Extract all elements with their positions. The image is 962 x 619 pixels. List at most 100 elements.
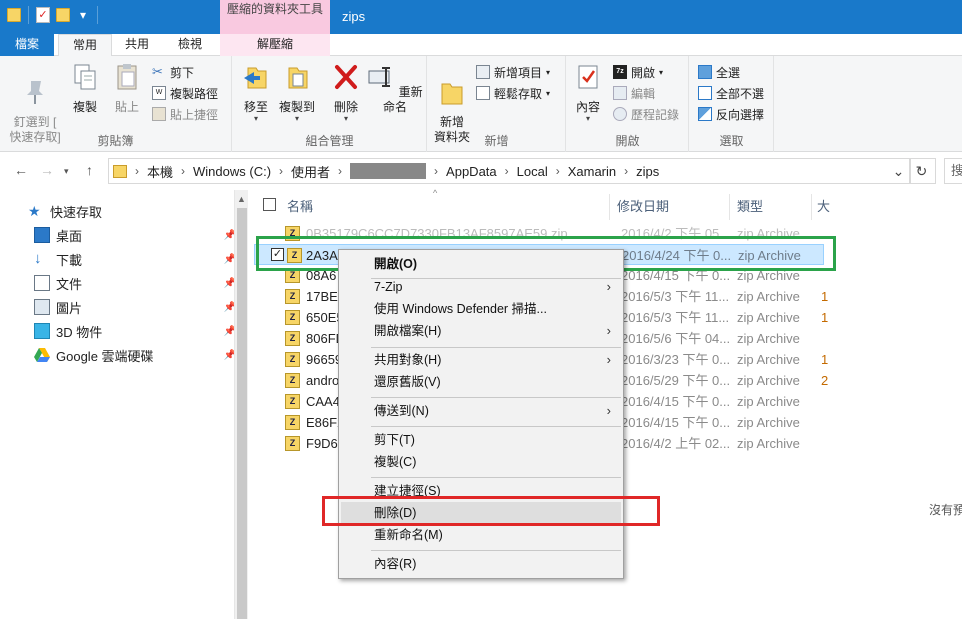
new-group-label: 新增 [484, 134, 509, 148]
sidebar-item-google-drive[interactable]: Google 雲端硬碟 📌 [34, 344, 238, 366]
move-to-button[interactable]: 移至 ▾ [239, 62, 273, 123]
sidebar-item-quick-access[interactable]: ★ 快速存取 [28, 200, 232, 222]
easy-access-button[interactable]: 輕鬆存取 ▾ [476, 83, 550, 103]
column-header-name[interactable]: 名稱 [287, 194, 313, 220]
select-all-label: 全選 [716, 65, 741, 80]
tab-file[interactable]: 檔案 [0, 34, 54, 56]
sort-ascending-icon: ^ [433, 188, 438, 198]
up-arrow-icon[interactable]: ↑ [86, 162, 93, 178]
sidebar-item-pictures[interactable]: 圖片 📌 [34, 296, 238, 318]
paste-shortcut-button[interactable]: 貼上捷徑 [152, 104, 218, 124]
breadcrumb-users[interactable]: 使用者 [291, 162, 330, 181]
menu-item-share-with[interactable]: 共用對象(H) › [341, 349, 621, 371]
chevron-right-icon: › [606, 323, 611, 338]
menu-separator [371, 426, 621, 427]
menu-item-defender-scan[interactable]: 使用 Windows Defender 掃描... [341, 298, 621, 320]
select-none-icon [698, 86, 712, 100]
file-size: 2 [821, 373, 829, 388]
file-type: zip Archive [737, 394, 800, 409]
menu-item-cut[interactable]: 剪下(T) [341, 429, 621, 451]
menu-item-restore-previous[interactable]: 還原舊版(V) [341, 371, 621, 393]
history-button[interactable]: 歷程記錄 [613, 104, 679, 124]
cube-icon [34, 323, 50, 339]
recent-chevron-down-icon[interactable]: ▾ [64, 166, 69, 177]
new-folder-icon[interactable] [55, 6, 71, 24]
copy-button[interactable]: 複製 [68, 62, 102, 115]
sidebar-item-3d-objects[interactable]: 3D 物件 📌 [34, 320, 238, 342]
file-type: zip Archive [737, 415, 800, 430]
invert-selection-label: 反向選擇 [716, 107, 765, 122]
search-input[interactable]: 搜 [944, 158, 962, 184]
group-clipboard: 釘選到 [ 快速存取] 複製 貼上 ✂ 剪下 W 複製路徑 貼上捷徑 剪貼簿 [0, 56, 232, 152]
menu-item-copy[interactable]: 複製(C) [341, 451, 621, 473]
properties-icon[interactable]: ✓ [35, 6, 51, 24]
address-bar[interactable]: › 本機 › Windows (C:) › 使用者 › › AppData › … [108, 158, 911, 184]
file-type: zip Archive [737, 310, 800, 325]
column-separator[interactable] [811, 194, 812, 220]
sidebar-item-documents[interactable]: 文件 📌 [34, 272, 238, 294]
menu-item-7zip[interactable]: 7-Zip › [341, 276, 621, 298]
breadcrumb-appdata[interactable]: AppData [446, 164, 497, 179]
copy-to-button[interactable]: 複製到 ▾ [277, 62, 317, 123]
forward-arrow-icon[interactable]: → [40, 162, 54, 178]
breadcrumb-xamarin[interactable]: Xamarin [568, 164, 616, 179]
copy-path-button[interactable]: W 複製路徑 [152, 83, 218, 103]
refresh-icon[interactable]: ↻ [908, 158, 936, 184]
cut-button[interactable]: ✂ 剪下 [152, 62, 194, 82]
breadcrumb-windows-c[interactable]: Windows (C:) [193, 164, 271, 179]
zip-file-icon: Z [285, 310, 300, 325]
open-button[interactable]: 7z 開啟 ▾ [613, 62, 663, 82]
sidebar-item-label: 3D 物件 [56, 324, 103, 340]
copy-icon [74, 64, 96, 90]
select-none-button[interactable]: 全部不選 [698, 83, 764, 103]
invert-selection-button[interactable]: 反向選擇 [698, 104, 764, 124]
organize-group-label: 組合管理 [305, 134, 354, 148]
zip-file-icon: Z [285, 373, 300, 388]
menu-item-label: 7-Zip [374, 280, 403, 294]
column-separator[interactable] [609, 194, 610, 220]
menu-item-open-with[interactable]: 開啟檔案(H) › [341, 320, 621, 342]
column-separator[interactable] [729, 194, 730, 220]
breadcrumb-zips[interactable]: zips [636, 164, 659, 179]
menu-item-properties[interactable]: 內容(R) [341, 553, 621, 575]
file-date: 2016/4/15 下午 0... [621, 394, 731, 409]
breadcrumb-this-pc[interactable]: 本機 [147, 162, 173, 181]
select-none-label: 全部不選 [716, 86, 765, 101]
menu-item-open[interactable]: 開啟(O) [341, 253, 621, 275]
column-header-date[interactable]: 修改日期 [617, 194, 669, 220]
sidebar-item-downloads[interactable]: ↓ 下載 📌 [34, 248, 238, 270]
edit-button[interactable]: 編輯 [613, 83, 655, 103]
sidebar-item-desktop[interactable]: 桌面 📌 [34, 224, 238, 246]
tab-extract[interactable]: 解壓縮 [220, 34, 330, 56]
column-header-size[interactable]: 大 [817, 194, 830, 220]
paste-button[interactable]: 貼上 [110, 62, 144, 115]
address-dropdown-icon[interactable]: ⌄ [888, 158, 910, 184]
file-name: F9D6 [306, 436, 338, 451]
zip-file-icon: Z [285, 331, 300, 346]
properties-button[interactable]: 內容 ▾ [571, 62, 605, 123]
sidebar-item-label: 桌面 [56, 228, 83, 244]
select-all-checkbox[interactable] [263, 198, 276, 211]
star-icon: ★ [28, 203, 41, 219]
new-item-button[interactable]: 新增項目 ▾ [476, 62, 550, 82]
scroll-up-icon[interactable]: ▲ [237, 194, 246, 204]
menu-item-rename[interactable]: 重新命名(M) [341, 524, 621, 546]
new-folder-icon [441, 83, 463, 105]
tab-home[interactable]: 常用 [58, 34, 112, 57]
menu-item-send-to[interactable]: 傳送到(N) › [341, 400, 621, 422]
open-group-label: 開啟 [615, 134, 640, 148]
navigation-pane-scrollbar[interactable]: ▲ [234, 190, 248, 619]
chevron-right-icon: › [624, 164, 629, 178]
delete-button[interactable]: 刪除 ▾ [329, 62, 363, 123]
customize-qat-icon[interactable]: ▾ [75, 6, 91, 24]
select-all-button[interactable]: 全選 [698, 62, 740, 82]
tab-share[interactable]: 共用 [112, 34, 162, 56]
rename-button[interactable]: 重新命名 [367, 62, 423, 115]
back-arrow-icon[interactable]: ← [14, 162, 28, 178]
tab-view[interactable]: 檢視 [164, 34, 216, 56]
scrollbar-thumb[interactable] [237, 208, 247, 619]
column-header-type[interactable]: 類型 [737, 194, 763, 220]
menu-separator [371, 550, 621, 551]
paste-shortcut-icon [152, 107, 166, 121]
breadcrumb-local[interactable]: Local [517, 164, 548, 179]
